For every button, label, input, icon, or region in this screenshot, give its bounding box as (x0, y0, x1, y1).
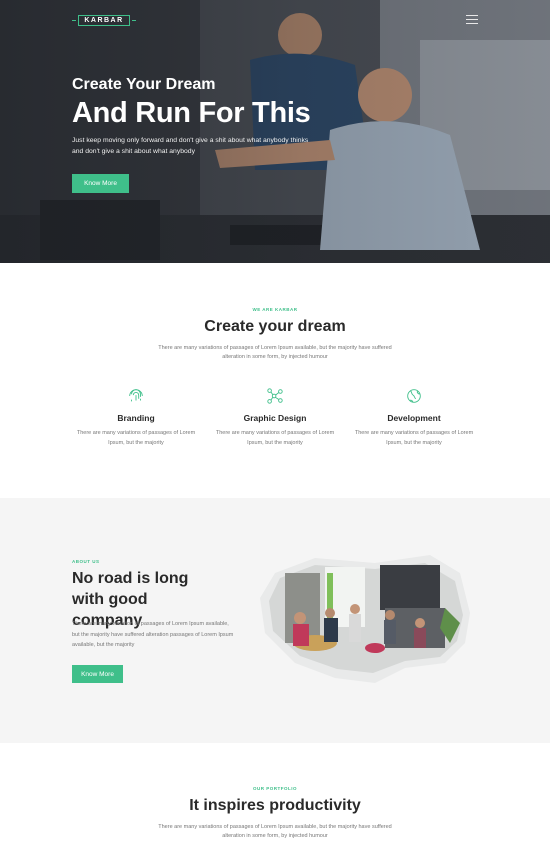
hero-subtitle: Create Your Dream (72, 76, 216, 93)
portfolio-section: OUR PORTFOLIO It inspires productivity T… (0, 743, 550, 844)
about-know-more-button[interactable]: Know More (72, 665, 123, 683)
about-eyebrow: ABOUT US (72, 559, 100, 564)
intro-section: WE ARE KARBAR Create your dream There ar… (0, 263, 550, 498)
hero-section: KARBAR Create Your Dream And Run For Thi… (0, 0, 550, 263)
hamburger-menu-icon[interactable] (466, 15, 478, 24)
feature-title: Development (387, 413, 441, 423)
intro-eyebrow: WE ARE KARBAR (252, 307, 298, 312)
feature-title: Branding (117, 413, 155, 423)
hero-title: And Run For This (72, 97, 311, 129)
feature-title: Graphic Design (243, 413, 307, 423)
feature-text: There are many variations of passages of… (76, 430, 196, 446)
fingerprint-icon (129, 389, 143, 402)
logo[interactable]: KARBAR (72, 12, 136, 28)
hero-know-more-button[interactable]: Know More (72, 174, 129, 193)
intro-text: There are many variations of passages of… (158, 345, 392, 360)
hero-overlay (0, 0, 550, 263)
portfolio-eyebrow: OUR PORTFOLIO (253, 786, 297, 791)
network-nodes-icon (267, 388, 283, 404)
feature-text: There are many variations of passages of… (354, 430, 474, 446)
feature-branding: Branding There are many variations of pa… (76, 387, 196, 448)
feature-graphic-design: Graphic Design There are many variations… (215, 387, 335, 448)
about-text: There are many variation of passages of … (72, 621, 234, 648)
feature-text: There are many variations of passages of… (215, 430, 335, 446)
portfolio-text: There are many variations of passages of… (158, 824, 392, 839)
logo-line-right (131, 19, 136, 21)
logo-line-left (72, 19, 77, 21)
logo-text: KARBAR (78, 14, 130, 26)
office-team-photo (260, 555, 470, 683)
portfolio-title: It inspires productivity (189, 797, 361, 814)
hero-text: Just keep moving only forward and don't … (72, 137, 309, 155)
feature-development: Development There are many variations of… (354, 387, 474, 448)
intro-title: Create your dream (204, 318, 346, 335)
about-section: ABOUT US No road is long with good compa… (0, 498, 550, 743)
globe-icon (407, 389, 421, 403)
